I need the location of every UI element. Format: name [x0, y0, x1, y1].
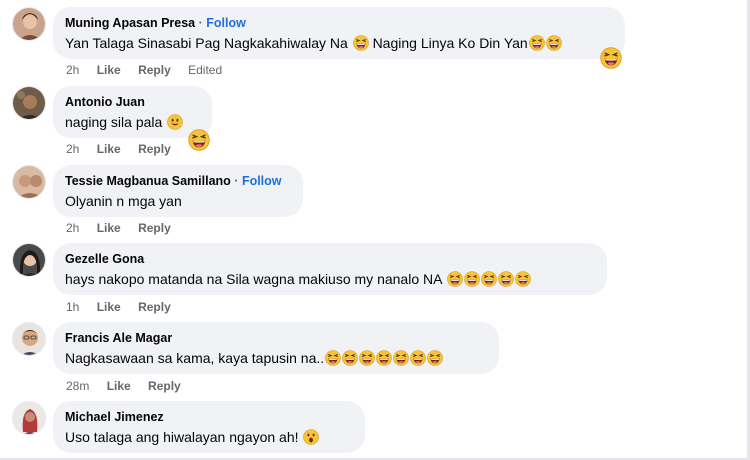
- laughing-emoji-icon: [546, 35, 562, 51]
- comment-actions: 2h Like Reply: [66, 220, 185, 236]
- reply-button[interactable]: Reply: [138, 142, 171, 156]
- avatar[interactable]: [12, 401, 46, 435]
- laughing-emoji-icon: [481, 271, 497, 287]
- avatar[interactable]: [12, 243, 46, 277]
- reply-button[interactable]: Reply: [148, 379, 181, 393]
- comment-text: hays nakopo matanda na Sila wagna makius…: [65, 269, 595, 289]
- comment-author[interactable]: Gezelle Gona: [65, 251, 595, 267]
- separator-dot: ·: [198, 16, 203, 30]
- comment-time[interactable]: 28m: [66, 379, 89, 393]
- avatar[interactable]: [12, 322, 46, 356]
- laughing-emoji-icon: [393, 350, 409, 366]
- laughing-emoji-icon: [515, 271, 531, 287]
- comment-time[interactable]: 2h: [66, 221, 79, 235]
- comment-author[interactable]: Antonio Juan: [65, 94, 200, 110]
- edited-label: Edited: [188, 63, 223, 77]
- comment-text: Nagkasawaan sa kama, kaya tapusin na..: [65, 348, 487, 368]
- comment-bubble: Tessie Magbanua Samillano · Follow Olyan…: [53, 165, 303, 217]
- comment-text: Yan Talaga Sinasabi Pag Nagkakahiwalay N…: [65, 33, 613, 53]
- comment-time[interactable]: 1h: [66, 300, 79, 314]
- comment-actions: 2h Like Reply: [66, 141, 185, 157]
- comment-author[interactable]: Tessie Magbanua Samillano: [65, 174, 231, 188]
- laughing-emoji-icon: [359, 350, 375, 366]
- laughing-emoji-icon: [325, 350, 341, 366]
- reply-button[interactable]: Reply: [138, 63, 171, 77]
- comment-author[interactable]: Muning Apasan Presa: [65, 16, 195, 30]
- laughing-emoji-icon: [464, 271, 480, 287]
- laughing-emoji-icon: [427, 350, 443, 366]
- laughing-emoji-icon: [447, 271, 463, 287]
- laughing-emoji-icon: [529, 35, 545, 51]
- reply-button[interactable]: Reply: [138, 300, 171, 314]
- comment-actions: 2h Like Reply Edited: [66, 62, 236, 78]
- like-button[interactable]: Like: [97, 221, 121, 235]
- avatar[interactable]: [12, 86, 46, 120]
- laughing-emoji-icon: [410, 350, 426, 366]
- comment-bubble: Muning Apasan Presa · Follow Yan Talaga …: [53, 7, 625, 59]
- laughing-emoji-icon: [498, 271, 514, 287]
- comment-text: Olyanin n mga yan: [65, 193, 182, 209]
- comment-actions: 1h Like Reply: [66, 299, 185, 315]
- comment-time[interactable]: 2h: [66, 142, 79, 156]
- comment-time[interactable]: 2h: [66, 63, 79, 77]
- comment-bubble: Francis Ale Magar Nagkasawaan sa kama, k…: [53, 322, 499, 374]
- comment-text: naging sila pala: [65, 112, 200, 132]
- avatar[interactable]: [12, 165, 46, 199]
- comment-bubble: Michael Jimenez Uso talaga ang hiwalayan…: [53, 401, 365, 453]
- laughing-emoji-icon: [342, 350, 358, 366]
- laughing-emoji-icon: [376, 350, 392, 366]
- follow-button[interactable]: Follow: [242, 174, 282, 188]
- comment-text: Uso talaga ang hiwalayan ngayon ah!: [65, 427, 353, 447]
- comment-author[interactable]: Francis Ale Magar: [65, 330, 487, 346]
- laughing-emoji-icon: [353, 35, 369, 51]
- like-button[interactable]: Like: [97, 300, 121, 314]
- reply-button[interactable]: Reply: [138, 221, 171, 235]
- haha-reaction-icon[interactable]: [188, 129, 210, 151]
- like-button[interactable]: Like: [97, 142, 121, 156]
- like-button[interactable]: Like: [107, 379, 131, 393]
- comment-author[interactable]: Michael Jimenez: [65, 409, 353, 425]
- follow-button[interactable]: Follow: [206, 16, 246, 30]
- comment-bubble: Gezelle Gona hays nakopo matanda na Sila…: [53, 243, 607, 295]
- separator-dot: ·: [234, 174, 239, 188]
- comment-actions: 28m Like Reply: [66, 378, 195, 394]
- smiling-emoji-icon: [167, 114, 183, 130]
- avatar[interactable]: [12, 7, 46, 41]
- like-button[interactable]: Like: [97, 63, 121, 77]
- open-mouth-emoji-icon: [303, 429, 319, 445]
- haha-reaction-icon[interactable]: [600, 47, 622, 69]
